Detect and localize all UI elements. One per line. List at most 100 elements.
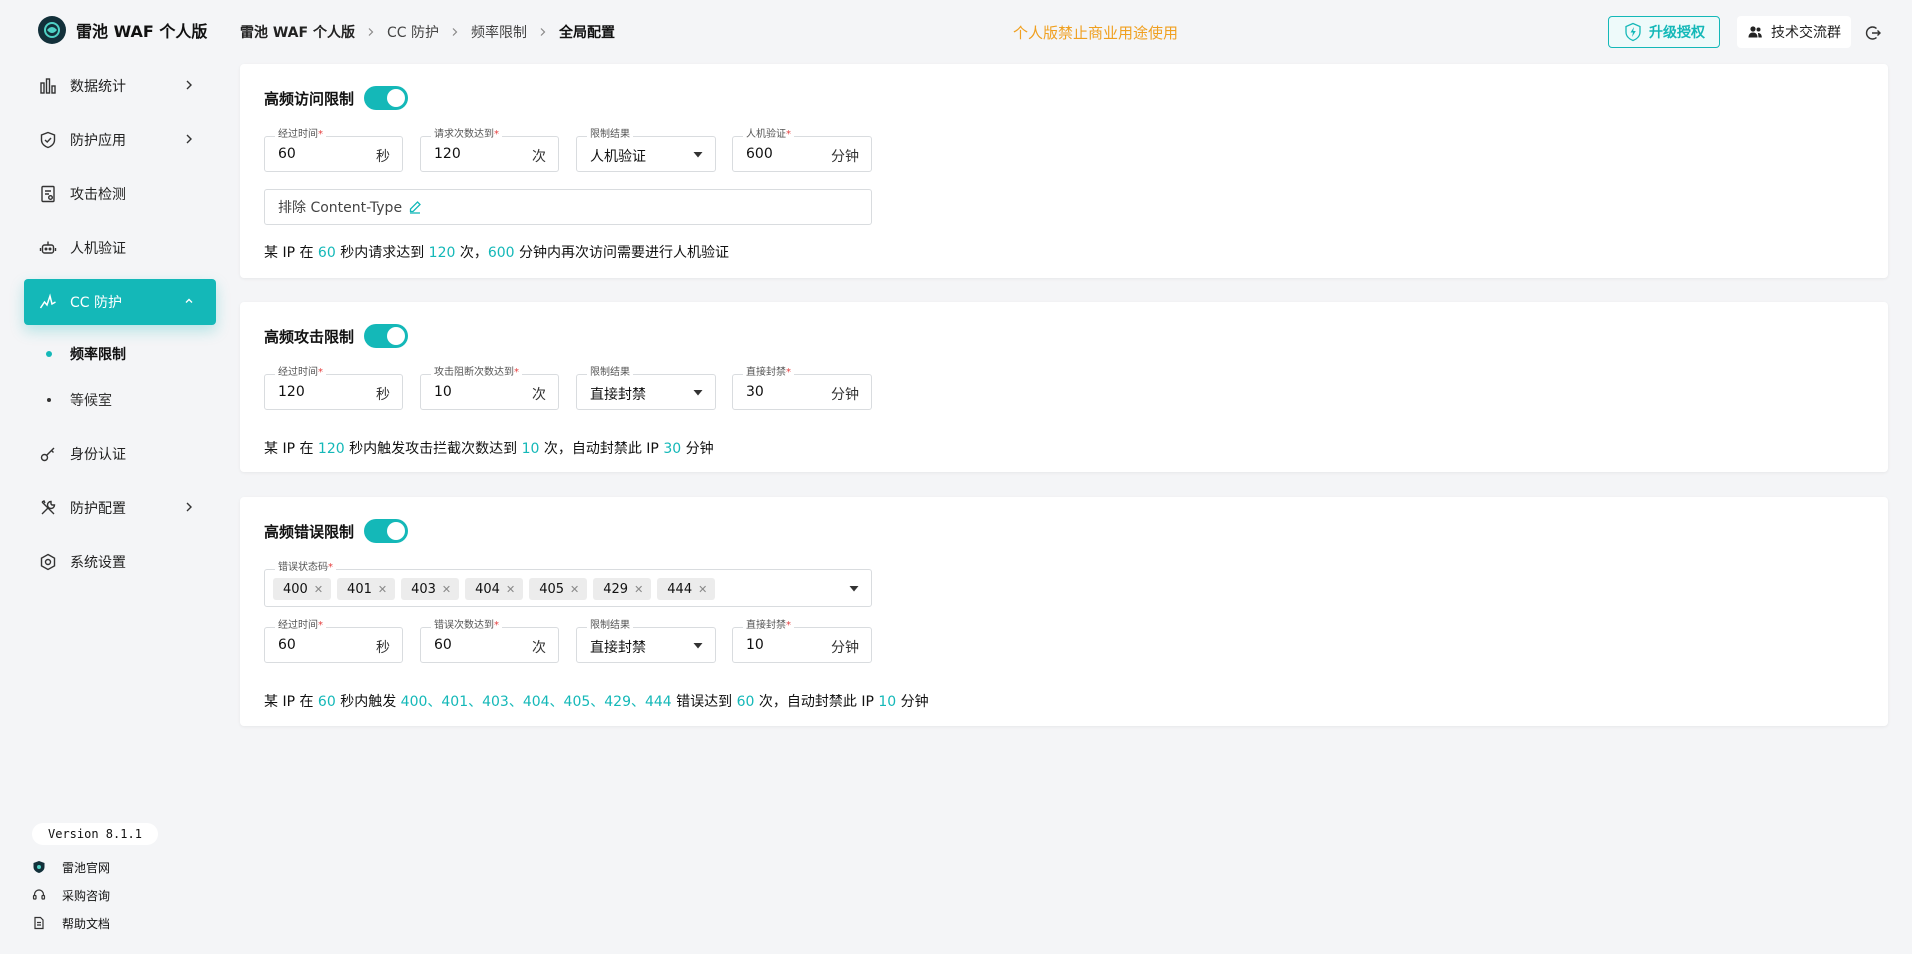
attack-duration-field[interactable]: 直接封禁* 30 分钟 — [732, 366, 872, 410]
field-label-text: 请求次数达到 — [434, 129, 494, 140]
breadcrumb-item-home[interactable]: 雷池 WAF 个人版 — [240, 22, 355, 42]
attack-count-field[interactable]: 攻击阻断次数达到* 10 次 — [420, 366, 559, 410]
sidebar-item-settings[interactable]: 系统设置 — [24, 539, 216, 585]
select-value: 直接封禁 — [590, 640, 646, 656]
desc-text: 某 IP 在 — [264, 441, 318, 457]
desc-value: 600 — [487, 245, 515, 261]
tag-label: 444 — [667, 581, 693, 597]
card-title: 高频攻击限制 — [264, 324, 409, 348]
field-label-text: 经过时间 — [278, 367, 318, 378]
access-period-field[interactable]: 经过时间* 60 秒 — [264, 128, 403, 172]
brand-name: 雷池 WAF 个人版 — [76, 22, 208, 41]
caret-down-icon — [693, 152, 703, 158]
sidebar-item-captcha[interactable]: 人机验证 — [24, 225, 216, 271]
sidebar-item-apps[interactable]: 防护应用 — [24, 117, 216, 163]
official-site-link[interactable]: 雷池官网 — [32, 853, 110, 881]
remove-tag-icon[interactable]: ✕ — [378, 583, 387, 596]
field-unit: 分钟 — [831, 640, 859, 656]
attack-limit-description: 某 IP 在 120 秒内触发攻击拦截次数达到 10 次，自动封禁此 IP 30… — [264, 438, 714, 458]
field-label-text: 人机验证 — [746, 129, 786, 140]
caret-down-icon — [693, 643, 703, 649]
breadcrumb-item-rate-limit[interactable]: 频率限制 — [471, 22, 527, 42]
field-label: 经过时间* — [275, 128, 326, 142]
sidebar-item-label: 数据统计 — [70, 79, 126, 95]
upgrade-license-button[interactable]: 升级授权 — [1608, 16, 1720, 48]
attack-period-field[interactable]: 经过时间* 120 秒 — [264, 366, 403, 410]
field-unit: 次 — [532, 149, 546, 165]
required-mark: * — [494, 129, 499, 140]
attack-result-select[interactable]: 限制结果 直接封禁 — [576, 366, 716, 410]
sidebar-item-label: 人机验证 — [70, 241, 126, 257]
purchase-consult-link[interactable]: 采购咨询 — [32, 881, 110, 909]
sidebar-subitem-waiting-room[interactable]: 等候室 — [24, 377, 216, 423]
field-value: 60 — [278, 146, 296, 162]
license-notice: 个人版禁止商业用途使用 — [1013, 24, 1179, 42]
chevron-right-icon — [186, 502, 192, 512]
field-label: 错误次数达到* — [431, 619, 502, 633]
sidebar-subitem-label: 频率限制 — [70, 347, 126, 363]
gear-icon — [38, 552, 58, 572]
sidebar-subitem-rate-limit[interactable]: 频率限制 — [24, 331, 216, 377]
sidebar-item-attack-detect[interactable]: 攻击检测 — [24, 171, 216, 217]
exclude-content-type-field[interactable]: 排除 Content-Type — [264, 189, 872, 225]
field-label: 攻击阻断次数达到* — [431, 366, 522, 380]
breadcrumb-item-cc[interactable]: CC 防护 — [387, 22, 439, 42]
field-label-text: 攻击阻断次数达到 — [434, 367, 514, 378]
toggle-knob — [387, 327, 406, 345]
chevron-right-icon — [368, 28, 374, 36]
users-icon — [1748, 26, 1762, 38]
field-label: 经过时间* — [275, 619, 326, 633]
desc-value: 30 — [663, 441, 682, 457]
remove-tag-icon[interactable]: ✕ — [570, 583, 579, 596]
attack-limit-toggle[interactable] — [364, 324, 409, 348]
help-docs-link[interactable]: 帮助文档 — [32, 909, 110, 937]
access-limit-description: 某 IP 在 60 秒内请求达到 120 次，600 分钟内再次访问需要进行人机… — [264, 242, 729, 262]
sidebar-item-auth[interactable]: 身份认证 — [24, 431, 216, 477]
tag-label: 405 — [539, 581, 565, 597]
field-label-text: 经过时间 — [278, 129, 318, 140]
error-period-field[interactable]: 经过时间* 60 秒 — [264, 619, 403, 663]
access-limit-toggle[interactable] — [364, 86, 409, 110]
sidebar-item-cc-protection[interactable]: CC 防护 — [24, 279, 216, 325]
logout-button[interactable] — [1862, 22, 1884, 44]
remove-tag-icon[interactable]: ✕ — [442, 583, 451, 596]
tech-group-button[interactable]: 技术交流群 — [1737, 16, 1851, 48]
error-codes-select[interactable]: 错误状态码* 400 ✕ 401 ✕ 403 ✕ 404 ✕ 405 ✕ 429 ✕ 444… — [264, 561, 872, 607]
tools-icon — [38, 498, 58, 518]
remove-tag-icon[interactable]: ✕ — [634, 583, 643, 596]
field-value: 60 — [434, 637, 452, 653]
remove-tag-icon[interactable]: ✕ — [314, 583, 323, 596]
field-value: 10 — [746, 637, 764, 653]
desc-text: 分钟 — [681, 441, 714, 457]
brand[interactable]: 雷池 WAF 个人版 — [38, 16, 207, 44]
error-duration-field[interactable]: 直接封禁* 10 分钟 — [732, 619, 872, 663]
error-limit-toggle[interactable] — [364, 519, 409, 543]
error-count-field[interactable]: 错误次数达到* 60 次 — [420, 619, 559, 663]
error-result-select[interactable]: 限制结果 直接封禁 — [576, 619, 716, 663]
chevron-right-icon — [540, 28, 546, 36]
tag-label: 429 — [603, 581, 629, 597]
sidebar-item-stats[interactable]: 数据统计 — [24, 63, 216, 109]
remove-tag-icon[interactable]: ✕ — [506, 583, 515, 596]
dot-icon — [47, 398, 51, 402]
field-label-text: 错误状态码 — [278, 562, 328, 573]
select-value: 人机验证 — [590, 149, 646, 165]
desc-text: 错误达到 — [671, 694, 737, 710]
field-unit: 秒 — [376, 387, 390, 403]
breadcrumb: 雷池 WAF 个人版 CC 防护 频率限制 全局配置 — [240, 22, 615, 42]
access-count-field[interactable]: 请求次数达到* 120 次 — [420, 128, 559, 172]
remove-tag-icon[interactable]: ✕ — [698, 583, 707, 596]
desc-value: 120 — [428, 245, 456, 261]
field-label: 限制结果 — [587, 128, 633, 142]
robot-icon — [38, 238, 58, 258]
chevron-right-icon — [186, 134, 192, 144]
sidebar-subitem-label: 等候室 — [70, 393, 112, 409]
attack-limit-title: 高频攻击限制 — [264, 327, 355, 346]
desc-text: 分钟内再次访问需要进行人机验证 — [514, 245, 730, 261]
access-result-select[interactable]: 限制结果 人机验证 — [576, 128, 716, 172]
sidebar-item-protect-config[interactable]: 防护配置 — [24, 485, 216, 531]
chevron-right-icon — [186, 80, 192, 90]
field-label: 直接封禁* — [743, 366, 794, 380]
access-duration-field[interactable]: 人机验证* 600 分钟 — [732, 128, 872, 172]
logout-icon — [1865, 26, 1881, 40]
